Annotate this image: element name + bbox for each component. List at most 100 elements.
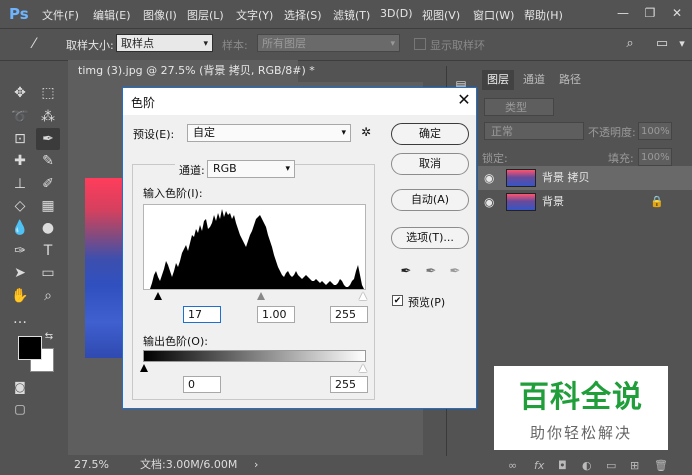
fx-icon[interactable]: fx [534, 456, 544, 475]
menu-window[interactable]: 窗口(W) [473, 7, 514, 23]
cancel-button[interactable]: 取消 [391, 153, 469, 175]
preview-checkbox[interactable]: ✔ [392, 295, 403, 306]
new-layer-icon[interactable]: ⊞ [630, 456, 639, 475]
eyedropper-tool-icon[interactable]: ✒ [36, 128, 60, 150]
chevron-down-icon: ▾ [285, 164, 290, 174]
chevron-down-icon: ▾ [203, 39, 208, 49]
opacity-input[interactable]: 100% [638, 122, 672, 140]
input-gamma-slider[interactable] [257, 292, 265, 300]
channel-label: 通道: [175, 162, 209, 178]
watermark: 百科全说 助你轻松解决 [494, 366, 668, 450]
tab-channels[interactable]: 通道 [518, 70, 550, 90]
screen-mode-icon[interactable]: ▢ [8, 398, 32, 420]
brush-tool-icon[interactable]: ✎ [36, 150, 60, 172]
output-white-field[interactable]: 255 [330, 376, 368, 393]
options-button[interactable]: 选项(T)... [391, 227, 469, 249]
layer-filter-select[interactable]: 类型 [484, 98, 554, 116]
menu-layer[interactable]: 图层(L) [187, 7, 224, 23]
group-icon[interactable]: ▭ [606, 456, 616, 475]
fill-input[interactable]: 100% [638, 148, 672, 166]
sample-size-select[interactable]: 取样点 ▾ [116, 34, 213, 52]
input-white-field[interactable]: 255 [330, 306, 368, 323]
eraser-tool-icon[interactable]: ◇ [8, 195, 32, 217]
marquee-tool-icon[interactable]: ⬚ [36, 82, 60, 104]
blend-mode-select[interactable]: 正常 [484, 122, 584, 140]
status-bar: 27.5% 文档:3.00M/6.00M › [68, 455, 423, 475]
auto-button[interactable]: 自动(A) [391, 189, 469, 211]
show-ring-label: 显示取样环 [430, 39, 485, 52]
eyedropper-preset-icon[interactable]: ⁄ [22, 33, 46, 55]
magic-wand-icon[interactable]: ⁂ [36, 106, 60, 128]
histogram-graph [144, 209, 364, 289]
close-window-button[interactable]: ✕ [669, 5, 685, 21]
input-black-slider[interactable] [154, 292, 162, 300]
stamp-tool-icon[interactable]: ⊥ [8, 173, 32, 195]
gradient-tool-icon[interactable]: ▦ [36, 195, 60, 217]
layer-row[interactable]: ◉ 背景 🔒 [478, 190, 692, 214]
menu-help[interactable]: 帮助(H) [524, 7, 563, 23]
mask-icon[interactable]: ◘ [558, 456, 567, 475]
move-tool-icon[interactable]: ✥ [8, 82, 32, 104]
chevron-down-icon[interactable]: ▾ [670, 33, 692, 55]
layer-row[interactable]: ◉ 背景 拷贝 [478, 166, 692, 190]
menu-edit[interactable]: 编辑(E) [93, 7, 131, 23]
gray-point-eyedropper-icon[interactable]: ✒ [424, 264, 438, 280]
ok-button[interactable]: 确定 [391, 123, 469, 145]
sample-select[interactable]: 所有图层 ▾ [257, 34, 400, 52]
hand-tool-icon[interactable]: ✋ [8, 285, 32, 307]
gear-icon[interactable]: ✲ [361, 125, 371, 139]
minimize-button[interactable]: — [615, 5, 631, 21]
dodge-tool-icon[interactable]: ● [36, 217, 60, 239]
healing-brush-icon[interactable]: ✚ [8, 150, 32, 172]
dialog-titlebar[interactable]: 色阶 ✕ [123, 88, 476, 115]
channel-select[interactable]: RGB ▾ [207, 160, 295, 178]
menu-3d[interactable]: 3D(D) [380, 7, 413, 20]
link-icon[interactable]: ∞ [508, 456, 517, 475]
zoom-level[interactable]: 27.5% [74, 455, 109, 475]
menu-type[interactable]: 文字(Y) [236, 7, 273, 23]
tab-layers[interactable]: 图层 [482, 70, 514, 90]
swap-colors-icon[interactable]: ⇆ [42, 330, 56, 344]
menu-image[interactable]: 图像(I) [143, 7, 177, 23]
zoom-tool-icon[interactable]: ⌕ [36, 285, 60, 307]
input-white-slider[interactable] [359, 292, 367, 300]
blur-tool-icon[interactable]: 💧 [8, 217, 32, 239]
chevron-down-icon: ▾ [341, 128, 346, 138]
output-black-field[interactable]: 0 [183, 376, 221, 393]
chevron-right-icon[interactable]: › [254, 455, 258, 475]
output-levels-label: 输出色阶(O): [143, 335, 208, 348]
document-tab[interactable]: timg (3).jpg @ 27.5% (背景 拷贝, RGB/8#) * [68, 60, 315, 82]
black-point-eyedropper-icon[interactable]: ✒ [399, 264, 413, 280]
input-black-field[interactable]: 17 [183, 306, 221, 323]
foreground-color-swatch[interactable] [18, 336, 42, 360]
output-white-slider[interactable] [359, 364, 367, 372]
menu-file[interactable]: 文件(F) [42, 7, 79, 23]
input-gamma-field[interactable]: 1.00 [257, 306, 295, 323]
eye-icon[interactable]: ◉ [484, 166, 494, 190]
tab-paths[interactable]: 路径 [554, 70, 586, 90]
search-icon[interactable]: ⌕ [618, 33, 642, 55]
trash-icon[interactable]: 🗑 [654, 456, 668, 475]
more-tools-icon[interactable]: … [8, 308, 32, 330]
output-black-slider[interactable] [140, 364, 148, 372]
shape-tool-icon[interactable]: ▭ [36, 262, 60, 284]
restore-button[interactable]: ❐ [642, 5, 658, 21]
path-select-icon[interactable]: ➤ [8, 262, 32, 284]
lasso-tool-icon[interactable]: ➰ [8, 106, 32, 128]
chevron-down-icon: ▾ [390, 39, 395, 49]
white-point-eyedropper-icon[interactable]: ✒ [448, 264, 462, 280]
menu-filter[interactable]: 滤镜(T) [333, 7, 370, 23]
crop-tool-icon[interactable]: ⊡ [8, 128, 32, 150]
type-tool-icon[interactable]: T [36, 240, 60, 262]
show-ring-checkbox[interactable] [414, 38, 426, 50]
history-brush-icon[interactable]: ✐ [36, 173, 60, 195]
menu-view[interactable]: 视图(V) [422, 7, 460, 23]
sample-size-label: 取样大小: [66, 39, 114, 52]
quick-mask-icon[interactable]: ◙ [8, 376, 32, 398]
adjustment-icon[interactable]: ◐ [582, 456, 592, 475]
eye-icon[interactable]: ◉ [484, 190, 494, 214]
preset-select[interactable]: 自定 ▾ [187, 124, 351, 142]
menu-select[interactable]: 选择(S) [284, 7, 322, 23]
close-icon[interactable]: ✕ [456, 91, 472, 109]
pen-tool-icon[interactable]: ✑ [8, 240, 32, 262]
